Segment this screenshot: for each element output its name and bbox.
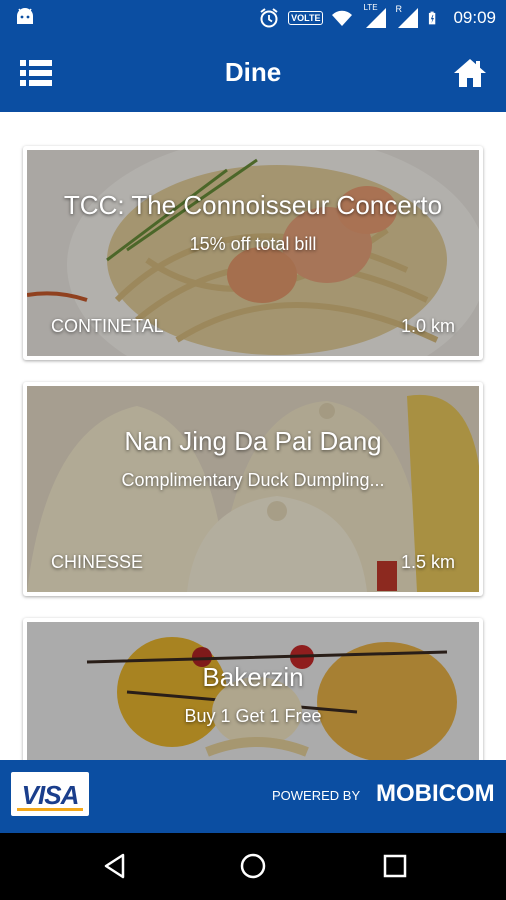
mobicom-logo: MOBICOM <box>376 780 495 807</box>
restaurant-cuisine: CHINESSE <box>51 552 144 572</box>
home-circle-icon[interactable] <box>238 851 268 881</box>
sponsor-footer: VISA POWERED BY MOBICOM <box>0 760 506 833</box>
status-bar: VOLTE LTE R 09:09 <box>0 0 506 35</box>
clock-time: 09:09 <box>453 7 496 27</box>
restaurant-cuisine: CONTINETAL <box>51 316 164 336</box>
wifi-icon <box>332 10 353 26</box>
home-icon[interactable] <box>452 55 488 91</box>
restaurant-name: Bakerzin <box>202 662 304 692</box>
system-nav-bar <box>0 833 506 900</box>
app-bar: Dine <box>0 35 506 112</box>
alarm-icon <box>260 7 278 27</box>
battery-charging-icon <box>429 11 436 24</box>
page-title: Dine <box>224 57 282 87</box>
restaurant-name: Nan Jing Da Pai Dang <box>124 426 382 456</box>
restaurant-card[interactable]: Bakerzin Buy 1 Get 1 Free <box>23 618 483 760</box>
lte-signal-icon: LTE <box>361 3 387 29</box>
restaurant-offer: 15% off total bill <box>189 234 317 254</box>
powered-by-label: POWERED BY <box>272 788 361 803</box>
restaurant-name: TCC: The Connoisseur Concerto <box>63 190 443 220</box>
restaurant-offer: Buy 1 Get 1 Free <box>184 706 322 726</box>
restaurant-list[interactable]: TCC: The Connoisseur Concerto 15% off to… <box>0 112 506 760</box>
volte-badge: VOLTE <box>288 10 324 25</box>
restaurant-distance: 1.5 km <box>400 552 455 572</box>
android-icon <box>17 8 33 24</box>
restaurant-card[interactable]: Nan Jing Da Pai Dang Complimentary Duck … <box>23 382 483 596</box>
visa-logo: VISA <box>11 772 89 816</box>
roaming-signal-icon: R <box>395 4 419 29</box>
recents-square-icon[interactable] <box>380 851 410 881</box>
back-icon[interactable] <box>100 851 130 881</box>
restaurant-card[interactable]: TCC: The Connoisseur Concerto 15% off to… <box>23 146 483 360</box>
restaurant-offer: Complimentary Duck Dumpling... <box>121 470 385 490</box>
restaurant-distance: 1.0 km <box>400 316 455 336</box>
